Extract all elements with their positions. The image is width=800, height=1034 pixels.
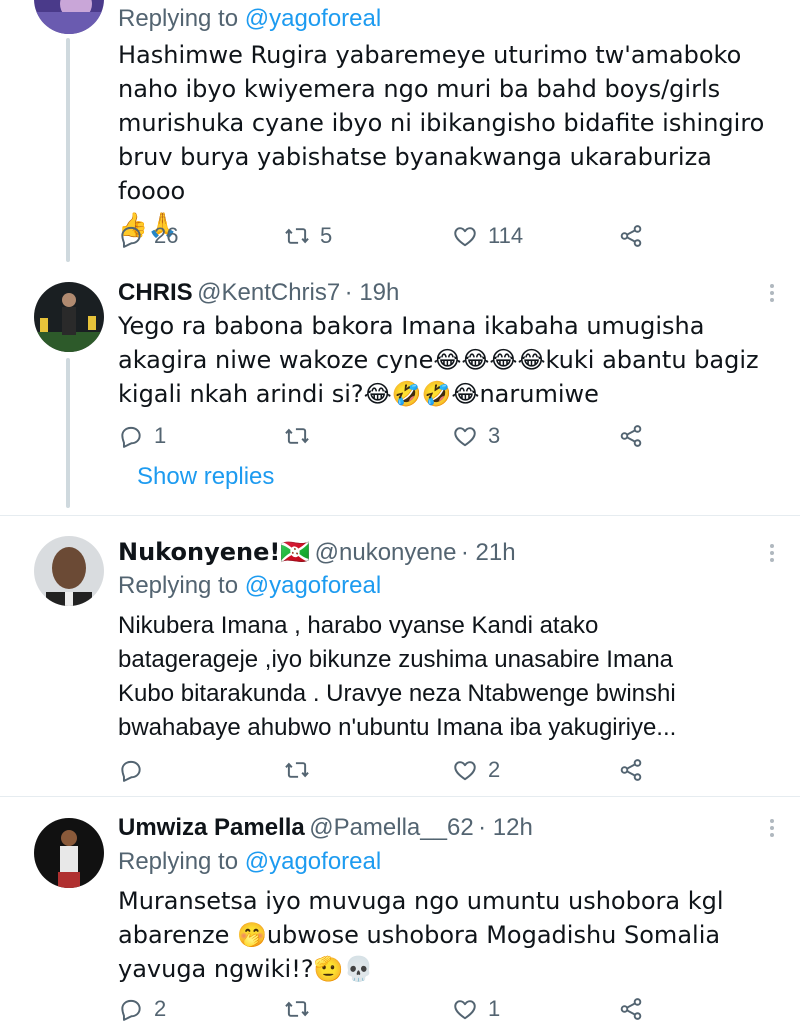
more-icon[interactable] xyxy=(770,284,776,305)
reply-button[interactable]: 1 xyxy=(118,421,166,451)
reply-button[interactable]: 26 xyxy=(118,221,178,251)
tweet-text: Hashimwe Rugira yabaremeye uturimo tw'am… xyxy=(118,41,765,239)
reply-icon xyxy=(118,757,144,783)
mention-link[interactable]: @yagoforeal xyxy=(245,5,381,32)
share-button[interactable] xyxy=(618,421,644,451)
reply-count: 2 xyxy=(154,996,167,1021)
tweet-pamella[interactable]: Umwiza Pamella @Pamella__62 · 12h Replyi… xyxy=(0,797,800,1034)
avatar[interactable] xyxy=(34,282,104,352)
tweet-header: Umwiza Pamella @Pamella__62 · 12h xyxy=(118,814,533,845)
tweet-text: Nikubera Imana , harabo vyanse Kandi ata… xyxy=(118,612,677,741)
tweet-actions: 2 1 xyxy=(118,994,658,1024)
share-icon xyxy=(618,757,644,783)
retweet-button[interactable] xyxy=(284,994,320,1024)
timestamp[interactable]: · 12h xyxy=(478,814,533,841)
avatar[interactable] xyxy=(34,818,104,888)
like-button[interactable]: 114 xyxy=(452,221,523,251)
share-icon xyxy=(618,996,644,1022)
tweet-actions: 26 5 114 xyxy=(118,221,658,251)
replying-to: Replying to @yagoforeal xyxy=(118,572,382,599)
share-icon xyxy=(618,423,644,449)
retweet-count: 5 xyxy=(320,223,333,248)
reply-count: 26 xyxy=(154,223,179,248)
heart-icon xyxy=(452,757,478,783)
heart-icon xyxy=(452,223,478,249)
avatar[interactable] xyxy=(34,0,104,34)
share-icon xyxy=(618,223,644,249)
reply-button[interactable] xyxy=(118,755,154,785)
user-handle[interactable]: @Pamella__62 xyxy=(309,814,473,841)
retweet-icon xyxy=(284,223,310,249)
retweet-icon xyxy=(284,423,310,449)
user-handle[interactable]: @KentChris7 xyxy=(197,279,340,306)
display-name[interactable]: CHRIS xyxy=(118,279,193,306)
mention-link[interactable]: @yagoforeal xyxy=(245,848,381,875)
tweet-actions: 2 xyxy=(118,755,658,785)
retweet-button[interactable] xyxy=(284,421,320,451)
like-button[interactable]: 1 xyxy=(452,994,500,1024)
like-button[interactable]: 3 xyxy=(452,421,500,451)
share-button[interactable] xyxy=(618,755,644,785)
timestamp[interactable]: · 19h xyxy=(345,279,400,306)
like-button[interactable]: 2 xyxy=(452,755,500,785)
tweet-text: Yego ra babona bakora Imana ikabaha umug… xyxy=(118,312,759,408)
like-count: 2 xyxy=(488,757,501,782)
user-handle[interactable]: @nukonyene xyxy=(315,539,457,566)
replying-to: Replying to @yagoforeal xyxy=(118,5,382,32)
avatar[interactable] xyxy=(34,536,104,606)
tweet-chris[interactable]: CHRIS @KentChris7 · 19h Yego ra babona b… xyxy=(0,262,800,516)
thread-dots xyxy=(66,466,70,490)
like-count: 3 xyxy=(488,423,501,448)
mention-link[interactable]: @yagoforeal xyxy=(245,572,381,599)
more-icon[interactable] xyxy=(770,544,776,565)
display-name[interactable]: Nukonyene!🇧🇮 xyxy=(118,538,310,566)
reply-button[interactable]: 2 xyxy=(118,994,166,1024)
tweet-text: Muransetsa iyo muvuga ngo umuntu ushobor… xyxy=(118,887,724,983)
tweet-header: CHRIS @KentChris7 · 19h xyxy=(118,279,399,310)
timestamp[interactable]: · 21h xyxy=(461,539,516,566)
replying-to: Replying to @yagoforeal xyxy=(118,848,382,875)
heart-icon xyxy=(452,996,478,1022)
retweet-button[interactable] xyxy=(284,755,320,785)
retweet-icon xyxy=(284,996,310,1022)
tweet-header: Nukonyene!🇧🇮 @nukonyene · 21h xyxy=(118,538,516,570)
show-replies-link[interactable]: Show replies xyxy=(137,463,274,491)
retweet-button[interactable]: 5 xyxy=(284,221,332,251)
more-icon[interactable] xyxy=(770,819,776,840)
tweet-nukonyene[interactable]: Nukonyene!🇧🇮 @nukonyene · 21h Replying t… xyxy=(0,516,800,796)
reply-icon xyxy=(118,423,144,449)
thread-line xyxy=(66,38,70,262)
reply-icon xyxy=(118,223,144,249)
heart-icon xyxy=(452,423,478,449)
share-button[interactable] xyxy=(618,221,644,251)
share-button[interactable] xyxy=(618,994,644,1024)
reply-icon xyxy=(118,996,144,1022)
like-count: 1 xyxy=(488,996,501,1021)
display-name[interactable]: Umwiza Pamella xyxy=(118,814,305,841)
like-count: 114 xyxy=(488,223,524,248)
retweet-icon xyxy=(284,757,310,783)
reply-count: 1 xyxy=(154,423,167,448)
tweet-actions: 1 3 xyxy=(118,421,658,451)
tweet-yago-reply[interactable]: Replying to @yagoforeal Hashimwe Rugira … xyxy=(0,0,800,262)
